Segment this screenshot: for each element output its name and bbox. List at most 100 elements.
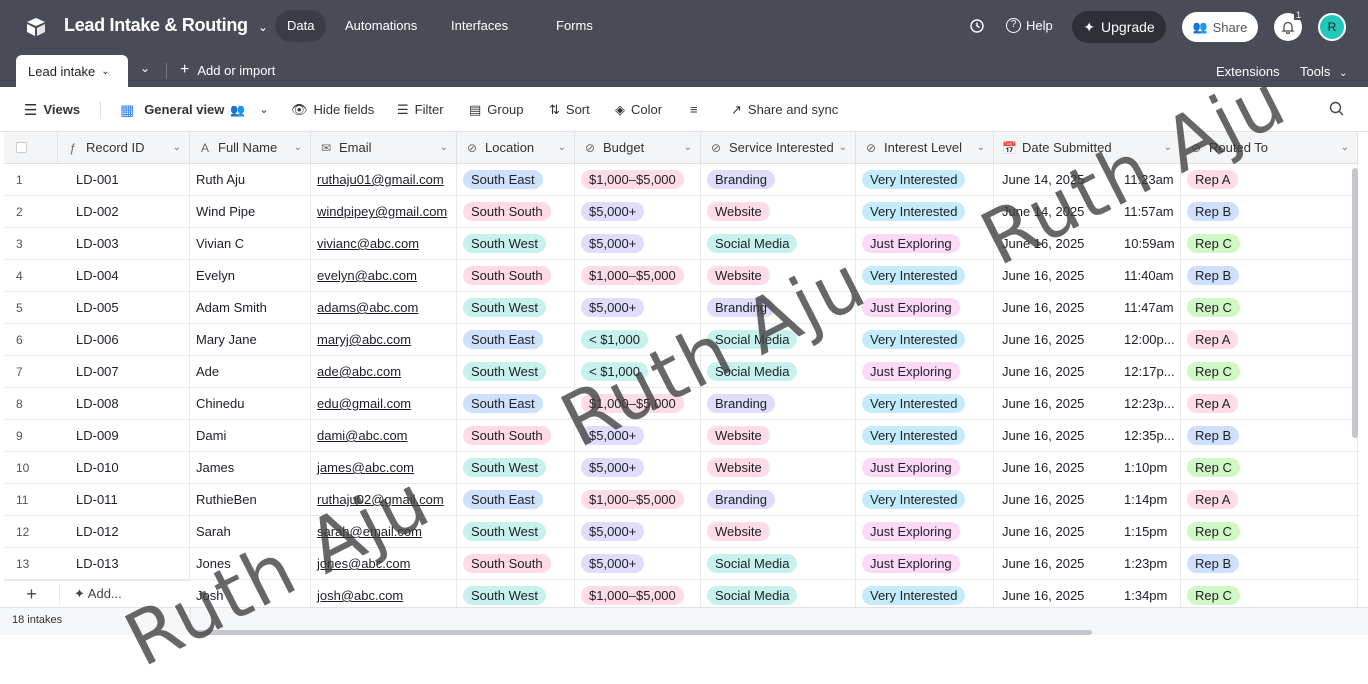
cell-routed-to[interactable]: Rep B (1181, 260, 1358, 292)
cell-service[interactable]: Branding (701, 388, 856, 420)
cell-record-id[interactable]: LD-008 (58, 388, 190, 420)
cell-date-submitted[interactable]: June 16, 2025 1:15pm (994, 516, 1181, 548)
cell-full-name[interactable]: Chinedu (190, 388, 311, 420)
cell-record-id[interactable]: LD-005 (58, 292, 190, 324)
cell-service[interactable]: Branding (701, 292, 856, 324)
cell-date-submitted[interactable]: June 16, 2025 1:23pm (994, 548, 1181, 580)
share-and-sync-button[interactable]: ↗ Share and sync (731, 87, 838, 132)
cell-service[interactable]: Social Media (701, 356, 856, 388)
nav-automations[interactable]: Automations (333, 10, 429, 42)
cell-date-submitted[interactable]: June 16, 2025 12:00p... (994, 324, 1181, 356)
cell-email[interactable]: evelyn@abc.com (311, 260, 457, 292)
cell-date-submitted[interactable]: June 16, 2025 1:34pm (994, 580, 1181, 607)
column-header-routed-to[interactable]: ⊘ Routed To ⌄ (1181, 132, 1358, 164)
cell-email[interactable]: james@abc.com (311, 452, 457, 484)
cell-location[interactable]: South West (457, 228, 575, 260)
cell-interest-level[interactable]: Very Interested (856, 484, 994, 516)
cell-location[interactable]: South East (457, 388, 575, 420)
cell-full-name[interactable]: RuthieBen (190, 484, 311, 516)
cell-budget[interactable]: $5,000+ (575, 420, 701, 452)
cell-budget[interactable]: $5,000+ (575, 228, 701, 260)
cell-date-submitted[interactable]: June 16, 2025 1:14pm (994, 484, 1181, 516)
cell-location[interactable]: South East (457, 164, 575, 196)
select-all-checkbox[interactable] (16, 142, 27, 153)
cell-email[interactable]: maryj@abc.com (311, 324, 457, 356)
row-height-button[interactable]: ≡ (690, 87, 698, 132)
cell-email[interactable]: josh@abc.com (311, 580, 457, 607)
tables-dropdown-chevron-icon[interactable]: ⌄ (140, 61, 150, 75)
cell-service[interactable]: Branding (701, 164, 856, 196)
cell-location[interactable]: South East (457, 324, 575, 356)
email-link[interactable]: james@abc.com (317, 460, 414, 475)
cell-budget[interactable]: $1,000–$5,000 (575, 388, 701, 420)
cell-record-id[interactable]: LD-004 (58, 260, 190, 292)
cell-record-id[interactable]: LD-011 (58, 484, 190, 516)
cell-location[interactable]: South West (457, 452, 575, 484)
base-logo-icon[interactable] (24, 15, 48, 39)
cell-date-submitted[interactable]: June 16, 2025 12:23p... (994, 388, 1181, 420)
column-header-email[interactable]: ✉ Email ⌄ (311, 132, 457, 164)
cell-full-name[interactable]: Vivian C (190, 228, 311, 260)
cell-routed-to[interactable]: Rep C (1181, 292, 1358, 324)
cell-interest-level[interactable]: Very Interested (856, 164, 994, 196)
cell-routed-to[interactable]: Rep B (1181, 196, 1358, 228)
cell-record-id[interactable]: LD-002 (58, 196, 190, 228)
cell-budget[interactable]: < $1,000 (575, 356, 701, 388)
cell-record-id[interactable]: LD-012 (58, 516, 190, 548)
column-header-full-name[interactable]: A Full Name ⌄ (190, 132, 311, 164)
cell-routed-to[interactable]: Rep B (1181, 420, 1358, 452)
cell-location[interactable]: South South (457, 260, 575, 292)
cell-interest-level[interactable]: Just Exploring (856, 516, 994, 548)
cell-location[interactable]: South South (457, 548, 575, 580)
column-header-record-id[interactable]: ƒ Record ID ⌄ (58, 132, 190, 164)
tab-lead-intake[interactable]: Lead intake ⌄ (16, 55, 128, 87)
base-name[interactable]: Lead Intake & Routing ⌄ (64, 15, 268, 36)
email-link[interactable]: jones@abc.com (317, 556, 410, 571)
cell-service[interactable]: Branding (701, 484, 856, 516)
cell-record-id[interactable]: LD-001 (58, 164, 190, 196)
cell-record-id[interactable]: LD-007 (58, 356, 190, 388)
cell-email[interactable]: ruthaju02@gmail.com (311, 484, 457, 516)
add-or-import-button[interactable]: + Add or import (180, 62, 275, 79)
cell-service[interactable]: Website (701, 260, 856, 292)
cell-email[interactable]: ade@abc.com (311, 356, 457, 388)
cell-interest-level[interactable]: Just Exploring (856, 548, 994, 580)
email-link[interactable]: adams@abc.com (317, 300, 418, 315)
cell-routed-to[interactable]: Rep C (1181, 516, 1358, 548)
cell-full-name[interactable]: Ade (190, 356, 311, 388)
chevron-down-icon[interactable]: ⌄ (440, 142, 448, 153)
cell-routed-to[interactable]: Rep A (1181, 484, 1358, 516)
help-button[interactable]: ? Help (1006, 18, 1053, 33)
email-link[interactable]: evelyn@abc.com (317, 268, 417, 283)
cell-full-name[interactable]: Wind Pipe (190, 196, 311, 228)
cell-budget[interactable]: $5,000+ (575, 196, 701, 228)
chevron-down-icon[interactable]: ⌄ (294, 142, 302, 153)
cell-full-name[interactable]: Dami (190, 420, 311, 452)
upgrade-button[interactable]: ✦ Upgrade (1072, 11, 1166, 43)
cell-routed-to[interactable]: Rep A (1181, 388, 1358, 420)
cell-full-name[interactable]: Josh (190, 580, 311, 607)
cell-date-submitted[interactable]: June 14, 2025 11:57am (994, 196, 1181, 228)
cell-date-submitted[interactable]: June 16, 2025 12:35p... (994, 420, 1181, 452)
cell-routed-to[interactable]: Rep A (1181, 324, 1358, 356)
cell-routed-to[interactable]: Rep C (1181, 580, 1358, 607)
color-button[interactable]: ◈ Color (615, 87, 662, 132)
add-with-ai-button[interactable]: ✦ Add... (74, 586, 122, 602)
cell-interest-level[interactable]: Very Interested (856, 324, 994, 356)
cell-record-id[interactable]: LD-013 (58, 548, 190, 580)
cell-full-name[interactable]: Evelyn (190, 260, 311, 292)
cell-date-submitted[interactable]: June 16, 2025 11:40am (994, 260, 1181, 292)
chevron-down-icon[interactable]: ⌄ (173, 142, 181, 153)
cell-date-submitted[interactable]: June 16, 2025 1:10pm (994, 452, 1181, 484)
cell-location[interactable]: South West (457, 580, 575, 607)
email-link[interactable]: ade@abc.com (317, 364, 401, 379)
cell-date-submitted[interactable]: June 16, 2025 11:47am (994, 292, 1181, 324)
cell-full-name[interactable]: Sarah (190, 516, 311, 548)
email-link[interactable]: maryj@abc.com (317, 332, 411, 347)
hide-fields-button[interactable]: 👁 Hide fields (291, 87, 374, 132)
email-link[interactable]: edu@gmail.com (317, 396, 411, 411)
cell-record-id[interactable]: LD-006 (58, 324, 190, 356)
cell-interest-level[interactable]: Just Exploring (856, 292, 994, 324)
chevron-down-icon[interactable]: ⌄ (839, 142, 847, 153)
cell-interest-level[interactable]: Very Interested (856, 388, 994, 420)
